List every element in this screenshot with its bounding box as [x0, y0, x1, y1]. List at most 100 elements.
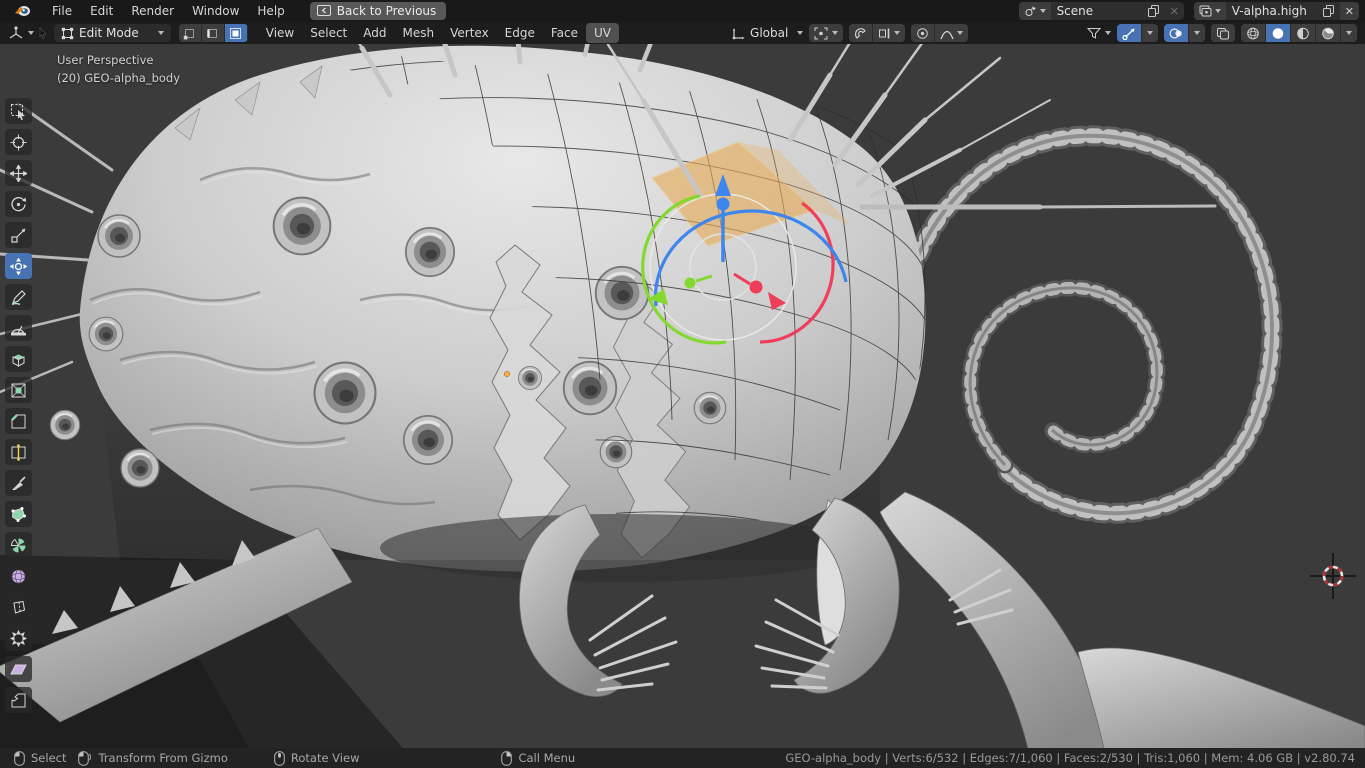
- chevron-down-icon: [894, 31, 900, 35]
- tool-rotate[interactable]: [5, 191, 32, 217]
- menu-uv[interactable]: UV: [586, 23, 619, 43]
- snap-toggle-button[interactable]: [849, 24, 873, 42]
- view-layer-remove-button[interactable]: ✕: [1340, 2, 1359, 20]
- filter-funnel-icon: [1087, 27, 1101, 40]
- show-overlays-toggle[interactable]: [1164, 24, 1189, 42]
- viewport-canvas[interactable]: [0, 44, 1365, 748]
- viewport-header: Edit Mode View Select Add Mesh Vertex: [0, 22, 1365, 44]
- tool-extrude-region[interactable]: [5, 346, 32, 372]
- tool-shear[interactable]: [5, 656, 32, 682]
- rendered-sphere-icon: [1321, 27, 1335, 40]
- view-layer-browse-button[interactable]: [1194, 2, 1226, 20]
- view-layer-icon: [1199, 5, 1212, 17]
- tool-cursor[interactable]: [5, 129, 32, 155]
- blender-logo-icon[interactable]: [14, 4, 31, 18]
- tool-transform[interactable]: [5, 253, 32, 279]
- menu-edge[interactable]: Edge: [497, 23, 543, 43]
- tool-move[interactable]: [5, 160, 32, 186]
- menu-render[interactable]: Render: [122, 1, 183, 21]
- hint-transform-from-gizmo-label: Transform From Gizmo: [98, 751, 227, 765]
- menu-add[interactable]: Add: [355, 23, 394, 43]
- proportional-edit-group: [911, 24, 968, 42]
- hint-rotate-view-label: Rotate View: [291, 751, 360, 765]
- transform-orientation-dropdown[interactable]: Global: [731, 26, 803, 40]
- chevron-down-icon: [1040, 9, 1046, 13]
- menu-help[interactable]: Help: [248, 1, 293, 21]
- edit-mode-icon: [61, 27, 74, 40]
- view-layer-new-button[interactable]: [1318, 2, 1340, 20]
- tool-edge-slide[interactable]: [5, 594, 32, 620]
- menu-vertex[interactable]: Vertex: [442, 23, 497, 43]
- selected-vertex[interactable]: [504, 371, 509, 376]
- menu-file[interactable]: File: [43, 1, 81, 21]
- mouse-left-icon: [14, 751, 25, 766]
- edge-select-icon: [206, 27, 219, 40]
- view-layer-name-field[interactable]: V-alpha.high: [1226, 4, 1318, 18]
- overlays-group: [1164, 24, 1205, 42]
- orientation-axes-icon: [731, 27, 745, 40]
- menu-edit[interactable]: Edit: [81, 1, 122, 21]
- snap-target-dropdown[interactable]: [873, 24, 905, 42]
- chevron-down-icon: [832, 31, 838, 35]
- gizmo-icon: [1122, 27, 1136, 40]
- mouse-left-drag-icon: [78, 751, 92, 766]
- mouse-right-icon: [501, 751, 512, 766]
- tool-smooth[interactable]: [5, 563, 32, 589]
- edge-select-button[interactable]: [202, 24, 225, 42]
- pivot-point-dropdown[interactable]: [809, 24, 843, 42]
- tool-select-box[interactable]: [5, 98, 32, 124]
- vertex-select-button[interactable]: [179, 24, 202, 42]
- gizmo-settings-dropdown[interactable]: [1142, 24, 1158, 42]
- mouse-middle-icon: [274, 751, 285, 766]
- editor-type-button[interactable]: [8, 26, 34, 40]
- tool-shrink-fatten[interactable]: [5, 625, 32, 651]
- back-to-previous-button[interactable]: Back to Previous: [310, 2, 447, 20]
- shading-solid-button[interactable]: [1266, 24, 1291, 42]
- snap-group: [849, 24, 905, 42]
- editor-3d-viewport-icon: [8, 26, 24, 40]
- show-gizmo-toggle[interactable]: [1117, 24, 1142, 42]
- overlays-icon: [1169, 27, 1183, 40]
- topbar-menus: File Edit Render Window Help: [43, 1, 294, 21]
- tool-measure[interactable]: [5, 315, 32, 341]
- snap-increment-icon: [878, 27, 891, 40]
- blender-logo-icon: [14, 4, 31, 18]
- tool-knife[interactable]: [5, 470, 32, 496]
- tool-poly-build[interactable]: [5, 501, 32, 527]
- viewport-3d[interactable]: User Perspective (20) GEO-alpha_body: [0, 44, 1365, 748]
- menu-view[interactable]: View: [258, 23, 302, 43]
- tool-spin[interactable]: [5, 532, 32, 558]
- mode-dropdown[interactable]: Edit Mode: [54, 24, 171, 42]
- shading-material-button[interactable]: [1291, 24, 1316, 42]
- scene-browse-button[interactable]: [1019, 2, 1051, 20]
- shading-settings-dropdown[interactable]: [1341, 24, 1357, 42]
- object-visibility-dropdown[interactable]: [1087, 27, 1111, 40]
- overlays-settings-dropdown[interactable]: [1189, 24, 1205, 42]
- chevron-down-icon: [957, 31, 963, 35]
- xray-toggle[interactable]: [1211, 24, 1235, 42]
- hint-rotate-view: Rotate View: [274, 751, 360, 766]
- tool-bevel[interactable]: [5, 408, 32, 434]
- face-select-button[interactable]: [225, 24, 248, 42]
- tool-scale[interactable]: [5, 222, 32, 248]
- proportional-edit-toggle[interactable]: [911, 24, 935, 42]
- menu-face[interactable]: Face: [543, 23, 586, 43]
- tool-loop-cut[interactable]: [5, 439, 32, 465]
- falloff-curve-icon: [940, 27, 954, 40]
- scene-name-field[interactable]: Scene: [1051, 4, 1143, 18]
- menu-select[interactable]: Select: [302, 23, 355, 43]
- menu-window[interactable]: Window: [183, 1, 248, 21]
- tool-rip-region[interactable]: [5, 687, 32, 713]
- proportional-edit-icon: [916, 27, 929, 40]
- proportional-falloff-dropdown[interactable]: [935, 24, 968, 42]
- scene-new-button[interactable]: [1143, 2, 1165, 20]
- topbar: File Edit Render Window Help Back to Pre…: [0, 0, 1365, 22]
- shading-rendered-button[interactable]: [1316, 24, 1341, 42]
- tool-annotate[interactable]: [5, 284, 32, 310]
- tool-inset-faces[interactable]: [5, 377, 32, 403]
- chevron-down-icon: [1215, 9, 1221, 13]
- menu-mesh[interactable]: Mesh: [395, 23, 443, 43]
- shading-wireframe-button[interactable]: [1241, 24, 1266, 42]
- left-toolbar: [5, 98, 32, 713]
- scene-unlink-button[interactable]: ✕: [1165, 5, 1184, 18]
